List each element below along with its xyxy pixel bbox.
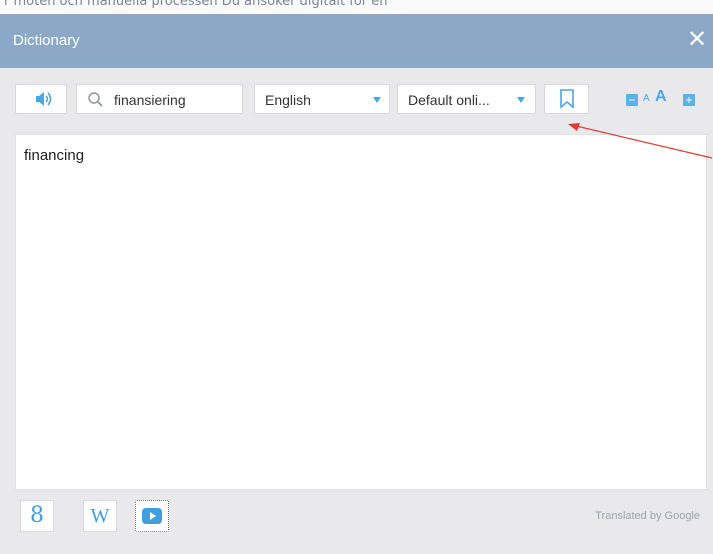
wikipedia-button[interactable]: W [83,500,117,532]
speaker-button[interactable] [15,84,67,114]
google-icon: 8 [30,503,44,528]
bookmark-icon [560,89,574,109]
footer: 8 W Translated by Google [0,498,713,538]
translation-result: financing [24,147,85,164]
speaker-icon [36,92,52,106]
chevron-down-icon [517,97,525,103]
toolbar: finansiering English Default onli... − A… [0,80,713,120]
zoom-in-button[interactable]: + [683,94,695,106]
title-bar: Dictionary ✕ [0,14,713,68]
youtube-icon [142,508,162,524]
annotation-arrow [568,123,713,159]
background-document-text: r möten och manuella processen Du ansöke… [4,0,388,9]
search-value: finansiering [114,92,186,108]
language-select-label: English [265,92,311,108]
source-select[interactable]: Default onli... [397,84,536,114]
zoom-out-button[interactable]: − [626,94,638,106]
translation-credit: Translated by Google [595,510,700,522]
wikipedia-icon: W [90,505,110,527]
close-button[interactable]: ✕ [684,24,710,56]
language-select[interactable]: English [254,84,390,114]
source-select-label: Default onli... [408,92,490,108]
font-size-small-label: A [643,93,650,104]
youtube-button[interactable] [135,500,169,532]
chevron-down-icon [373,97,381,103]
play-icon [150,512,156,520]
dictionary-panel: Dictionary ✕ finansiering English Defaul… [0,14,713,554]
font-size-large-label: A [655,88,667,105]
bookmark-button[interactable] [544,84,589,114]
background-document: r möten och manuella processen Du ansöke… [0,0,713,14]
google-button[interactable]: 8 [20,500,54,532]
search-input[interactable]: finansiering [76,84,243,114]
panel-title: Dictionary [13,32,80,49]
search-icon [88,92,103,107]
